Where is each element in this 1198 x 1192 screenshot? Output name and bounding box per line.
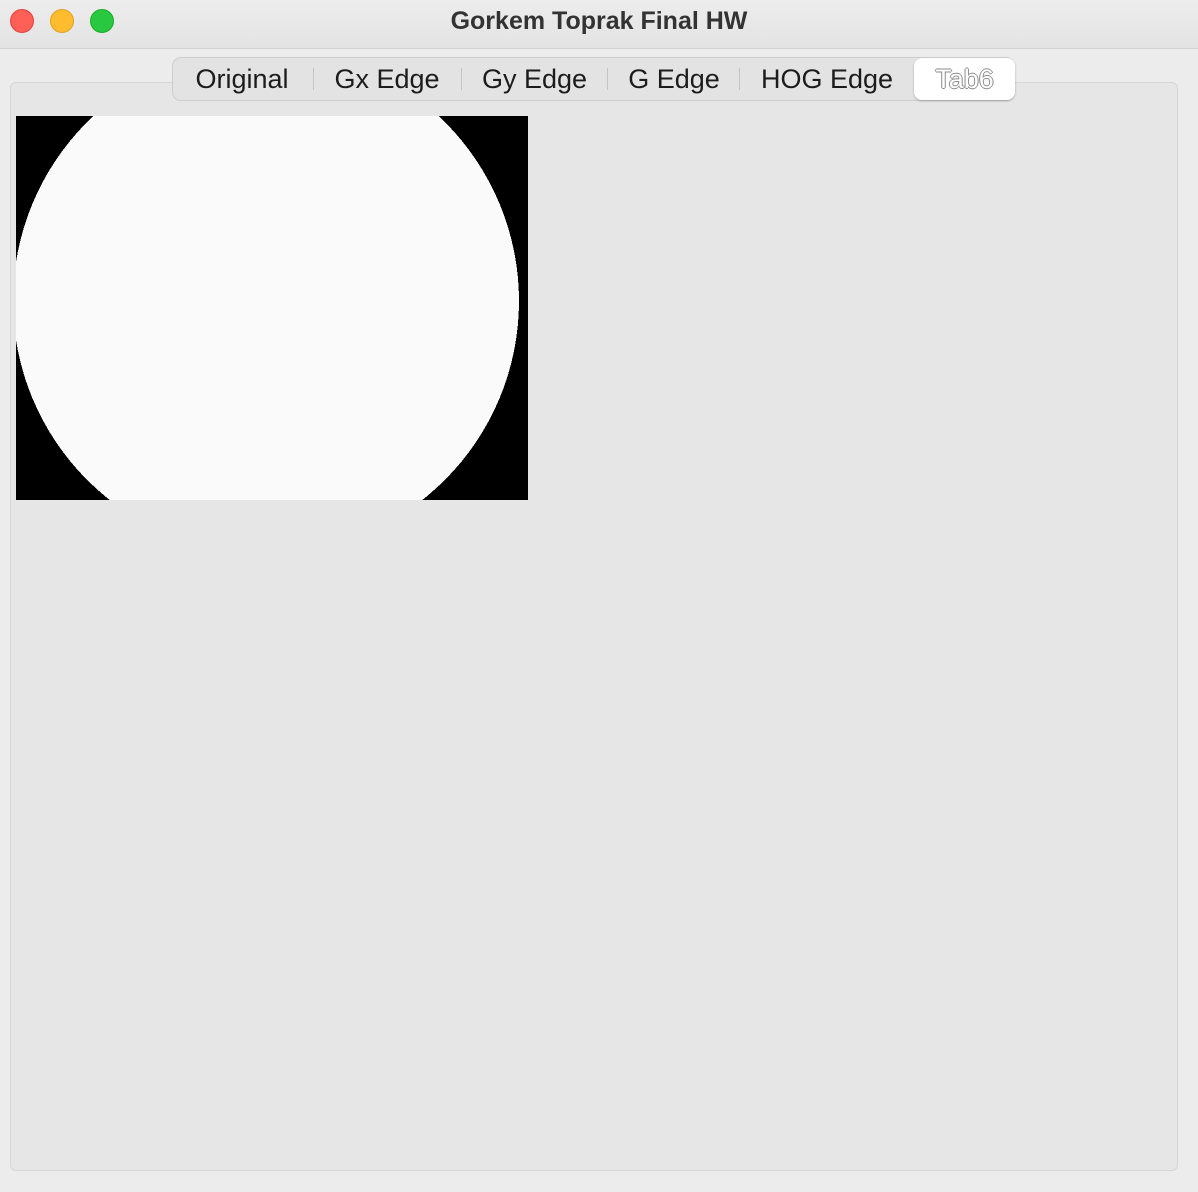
- tab-gy-edge[interactable]: Gy Edge: [461, 58, 608, 100]
- tab-g-edge[interactable]: G Edge: [608, 58, 740, 100]
- tab-gx-edge[interactable]: Gx Edge: [313, 58, 461, 100]
- result-image: [16, 116, 528, 500]
- tab-bar: Original Gx Edge Gy Edge G Edge HOG Edge…: [172, 57, 1015, 101]
- circle-image: [16, 116, 528, 500]
- tab-original[interactable]: Original: [173, 58, 311, 100]
- tab-tab6[interactable]: Tab6: [914, 58, 1015, 100]
- tab-hog-edge[interactable]: HOG Edge: [740, 58, 914, 100]
- app-window: Gorkem Toprak Final HW Original Gx Edge …: [0, 0, 1198, 1192]
- window-title: Gorkem Toprak Final HW: [450, 7, 748, 35]
- white-circle: [16, 116, 519, 500]
- title-bar[interactable]: Gorkem Toprak Final HW: [0, 0, 1198, 49]
